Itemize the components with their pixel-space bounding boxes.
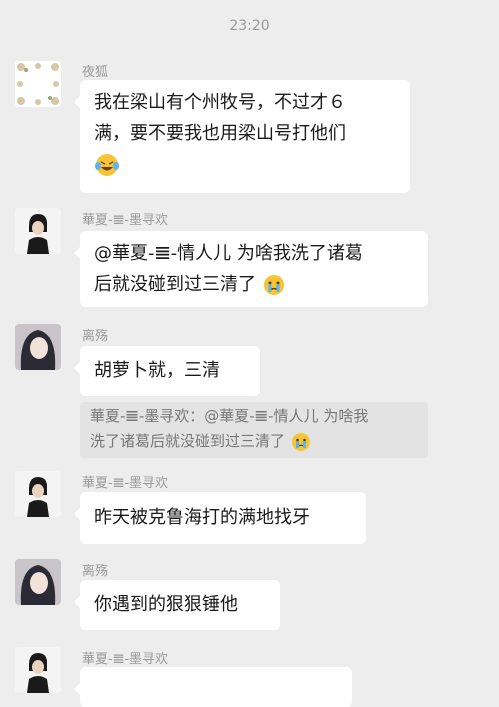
quoted-text-line: 華夏-𝌆-墨寻欢：@華夏-𝌆-情人儿 为啥我 bbox=[90, 407, 369, 425]
avatar[interactable] bbox=[15, 61, 61, 107]
avatar[interactable] bbox=[15, 324, 61, 370]
message-bubble[interactable]: 胡萝卜就，三清 bbox=[74, 346, 260, 396]
message-text-line: 后就没碰到过三清了 bbox=[94, 274, 256, 295]
sender-name: 离殇 bbox=[82, 329, 109, 344]
message-text-line: 满，要不要我也用梁山号打他们 bbox=[94, 123, 346, 144]
avatar[interactable] bbox=[15, 471, 61, 517]
message-bubble[interactable]: @華夏-𝌆-情人儿 为啥我洗了诸葛 后就没碰到过三清了 bbox=[74, 231, 428, 307]
anime-avatar-icon bbox=[15, 324, 61, 370]
chat-timestamp: 23:20 bbox=[229, 18, 270, 34]
sender-name: 華夏-𝌆-墨寻欢 bbox=[82, 476, 169, 491]
boy-avatar-icon bbox=[15, 471, 61, 517]
message-text-line: 你遇到的狠狠锤他 bbox=[94, 594, 238, 615]
message-bubble[interactable]: 昨天被克鲁海打的满地找牙 bbox=[74, 492, 366, 544]
floral-avatar-icon bbox=[15, 61, 61, 107]
avatar[interactable] bbox=[15, 208, 61, 254]
message-bubble[interactable]: 你遇到的狠狠锤他 bbox=[74, 580, 280, 630]
sender-name: 華夏-𝌆-墨寻欢 bbox=[82, 652, 169, 667]
avatar[interactable] bbox=[15, 647, 61, 693]
sender-name: 華夏-𝌆-墨寻欢 bbox=[82, 213, 169, 228]
quoted-text-line: 洗了诸葛后就没碰到过三清了 bbox=[90, 432, 286, 450]
message-text-line: 昨天被克鲁海打的满地找牙 bbox=[94, 507, 310, 528]
crying-face-emoji-icon bbox=[291, 432, 310, 451]
message-bubble[interactable] bbox=[74, 667, 352, 707]
sender-name: 夜狐 bbox=[82, 65, 109, 80]
message-bubble[interactable]: 我在梁山有个州牧号，不过才６ 满，要不要我也用梁山号打他们 bbox=[74, 80, 410, 193]
message-text-line: @華夏-𝌆-情人儿 为啥我洗了诸葛 bbox=[94, 243, 363, 264]
boy-avatar-icon bbox=[15, 208, 61, 254]
sender-name: 离殇 bbox=[82, 564, 109, 579]
anime-avatar-icon bbox=[15, 559, 61, 605]
quoted-message[interactable]: 華夏-𝌆-墨寻欢：@華夏-𝌆-情人儿 为啥我 洗了诸葛后就没碰到过三清了 bbox=[80, 402, 428, 458]
message-text-line: 我在梁山有个州牧号，不过才６ bbox=[94, 92, 346, 113]
avatar[interactable] bbox=[15, 559, 61, 605]
boy-avatar-icon bbox=[15, 647, 61, 693]
crying-face-emoji-icon bbox=[263, 275, 284, 295]
message-text-line: 胡萝卜就，三清 bbox=[94, 360, 220, 381]
laughing-tears-emoji-icon bbox=[95, 154, 119, 176]
